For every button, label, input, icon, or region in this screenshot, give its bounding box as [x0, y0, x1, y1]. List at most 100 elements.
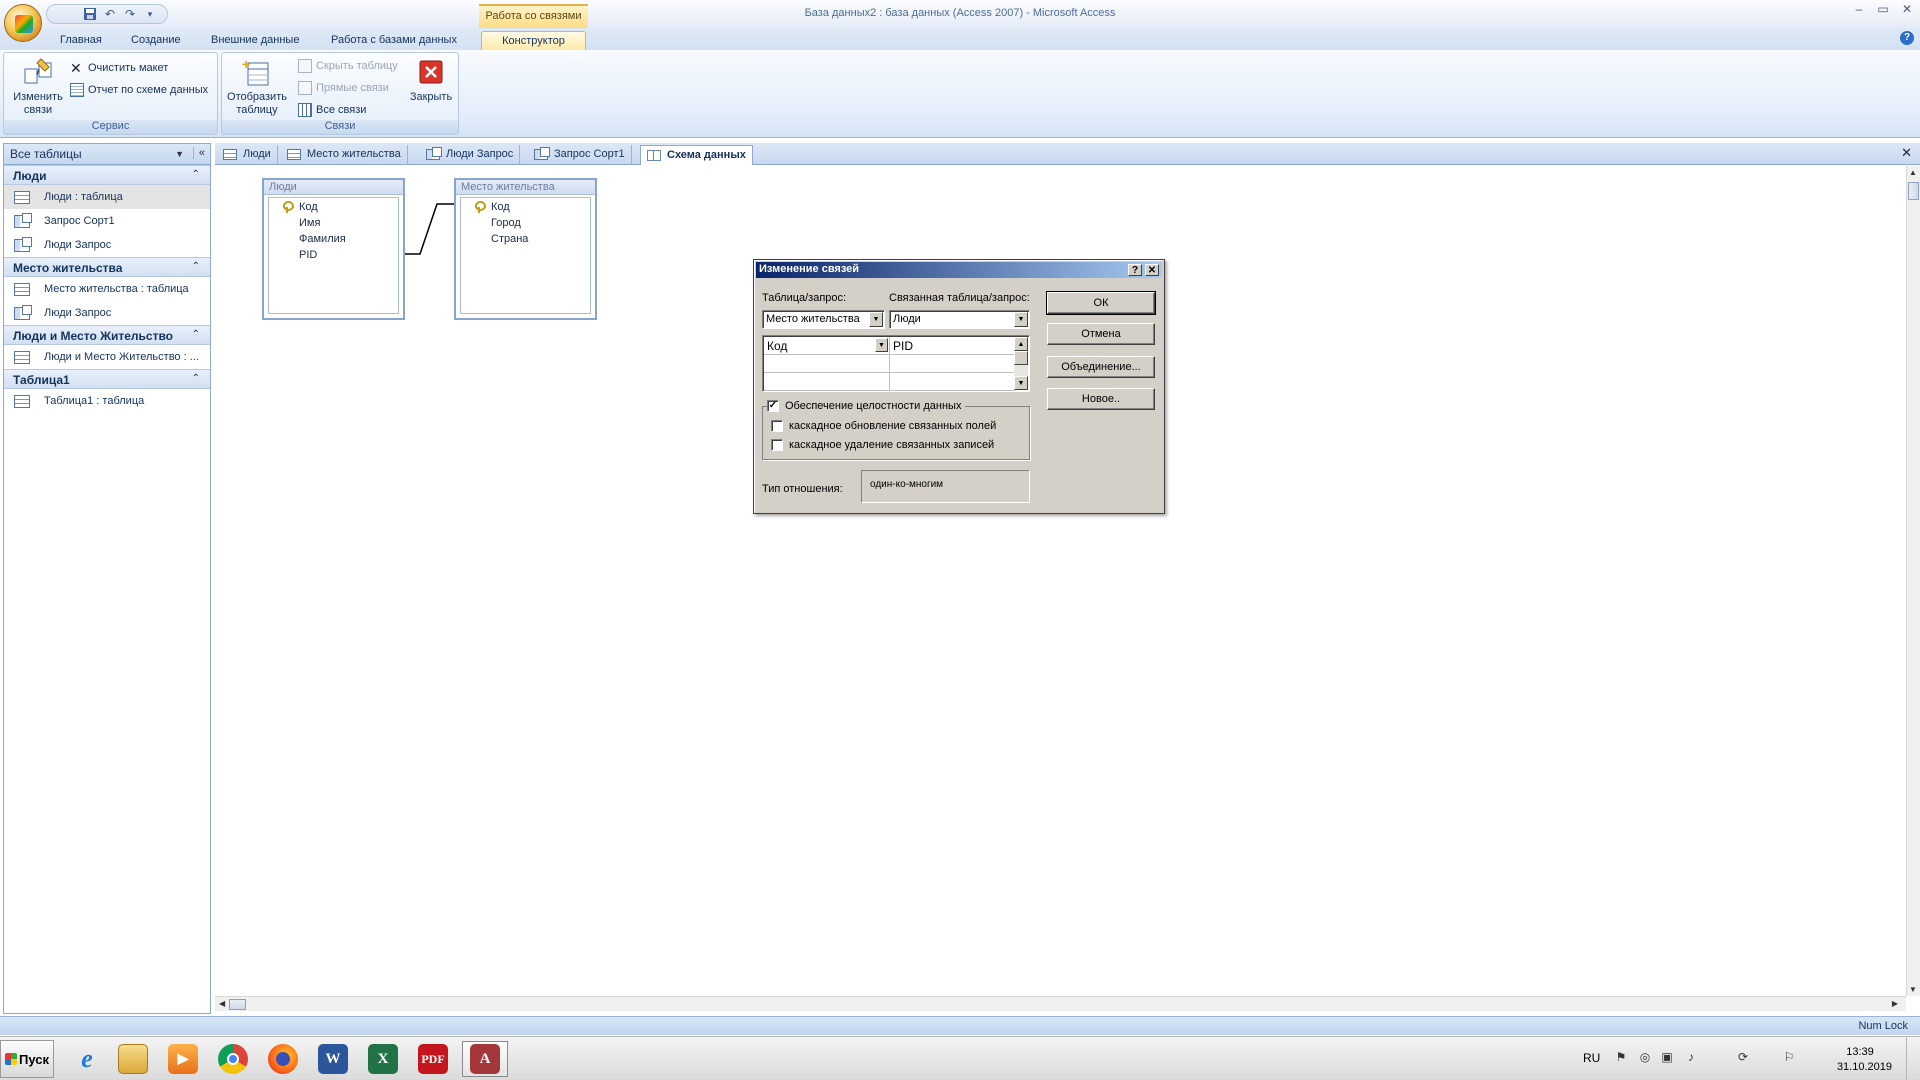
- horizontal-scrollbar[interactable]: ◀ ▶: [215, 996, 1906, 1011]
- action-center-icon[interactable]: ⚐: [1782, 1050, 1796, 1064]
- minimize-button[interactable]: –: [1850, 2, 1868, 16]
- chevron-up-icon[interactable]: ⌃: [192, 329, 200, 340]
- explorer-icon[interactable]: [110, 1041, 156, 1077]
- grid-cell-related-field[interactable]: PID: [890, 337, 1015, 355]
- scroll-right-icon[interactable]: ▶: [1892, 999, 1898, 1008]
- start-button[interactable]: Пуск: [0, 1040, 54, 1078]
- nav-pane-header[interactable]: Все таблицы ▼ «: [4, 144, 210, 165]
- all-relationships-button[interactable]: Все связи: [298, 101, 366, 119]
- chevron-down-icon[interactable]: ▼: [875, 338, 888, 352]
- grid-scrollbar[interactable]: ▲ ▼: [1014, 337, 1028, 390]
- vertical-scrollbar[interactable]: ▲ ▼: [1906, 166, 1920, 996]
- nav-item[interactable]: Люди : таблица: [4, 185, 210, 209]
- tab-create[interactable]: Создание: [131, 31, 181, 50]
- doc-tab-relationships[interactable]: Схема данных: [640, 145, 753, 165]
- chrome-icon[interactable]: [210, 1041, 256, 1077]
- chevron-up-icon[interactable]: ⌃: [192, 169, 200, 180]
- cascade-delete-option[interactable]: каскадное удаление связанных записей: [771, 439, 994, 451]
- edit-relationships-button[interactable]: Изменить связи: [8, 57, 68, 117]
- doc-tab-sort-query[interactable]: Запрос Сорт1: [528, 145, 632, 165]
- tab-home[interactable]: Главная: [60, 31, 102, 50]
- hide-table-icon: [298, 59, 312, 73]
- all-relationships-icon: [298, 103, 312, 117]
- firefox-icon[interactable]: [260, 1041, 306, 1077]
- show-table-button[interactable]: + Отобразить таблицу: [226, 56, 288, 117]
- relationship-line[interactable]: [215, 166, 615, 366]
- tray-app-icon[interactable]: ◎: [1638, 1050, 1652, 1064]
- access-icon[interactable]: A: [462, 1041, 508, 1077]
- restore-button[interactable]: ▭: [1874, 2, 1892, 16]
- help-icon[interactable]: ?: [1900, 31, 1914, 45]
- doc-tab-residence[interactable]: Место жительства: [281, 145, 408, 165]
- nav-item[interactable]: Таблица1 : таблица: [4, 389, 210, 413]
- nav-group-header[interactable]: Таблица1 ⌃: [4, 369, 210, 389]
- word-icon[interactable]: W: [310, 1041, 356, 1077]
- enforce-integrity-checkbox[interactable]: ✓: [767, 400, 779, 412]
- tab-database-tools[interactable]: Работа с базами данных: [331, 31, 457, 50]
- update-icon[interactable]: ⟳: [1736, 1050, 1750, 1064]
- join-type-button[interactable]: Объединение...: [1047, 356, 1155, 378]
- scroll-up-icon[interactable]: ▲: [1014, 337, 1028, 351]
- ok-button[interactable]: ОК: [1046, 291, 1156, 315]
- enforce-integrity-option[interactable]: ✓ Обеспечение целостности данных: [767, 400, 966, 412]
- doc-tab-people-query[interactable]: Люди Запрос: [420, 145, 521, 165]
- ie-icon[interactable]: e: [64, 1041, 110, 1077]
- relationship-report-button[interactable]: Отчет по схеме данных: [70, 81, 208, 99]
- close-window-button[interactable]: ✕: [1898, 2, 1916, 16]
- tab-design[interactable]: Конструктор: [481, 31, 586, 50]
- dialog-help-button[interactable]: ?: [1128, 264, 1142, 276]
- close-relationships-button[interactable]: Закрыть: [406, 57, 456, 104]
- nav-item[interactable]: Запрос Сорт1: [4, 209, 210, 233]
- show-desktop-button[interactable]: [1906, 1037, 1920, 1080]
- bluetooth-icon[interactable]: ▣: [1660, 1050, 1674, 1064]
- excel-icon[interactable]: X: [360, 1041, 406, 1077]
- scroll-thumb[interactable]: [229, 999, 246, 1010]
- create-new-button[interactable]: Новое..: [1047, 388, 1155, 410]
- clock[interactable]: 13:39 31.10.2019: [1828, 1045, 1892, 1075]
- cascade-update-checkbox[interactable]: [771, 420, 783, 432]
- nav-group-header[interactable]: Люди и Место Жительство ⌃: [4, 325, 210, 345]
- chevron-up-icon[interactable]: ⌃: [192, 261, 200, 272]
- grid-cell-related-field[interactable]: [890, 373, 1015, 391]
- ribbon-group-relationships: + Отобразить таблицу Скрыть таблицу Прям…: [221, 52, 459, 135]
- related-table-select[interactable]: Люди ▼: [889, 310, 1030, 329]
- chevron-down-icon[interactable]: ▼: [175, 149, 184, 159]
- scroll-down-icon[interactable]: ▼: [1909, 985, 1917, 994]
- scroll-left-icon[interactable]: ◀: [219, 999, 225, 1008]
- volume-icon[interactable]: ♪: [1684, 1050, 1698, 1064]
- clear-layout-button[interactable]: ✕ Очистить макет: [70, 59, 168, 77]
- grid-cell-related-field[interactable]: [890, 355, 1015, 373]
- doc-tab-people[interactable]: Люди: [217, 145, 278, 165]
- collapse-pane-icon[interactable]: «: [192, 147, 205, 159]
- cascade-update-option[interactable]: каскадное обновление связанных полей: [771, 420, 996, 432]
- grid-cell-primary-field[interactable]: [764, 373, 890, 391]
- scroll-thumb[interactable]: [1014, 351, 1028, 365]
- cascade-delete-checkbox[interactable]: [771, 439, 783, 451]
- network-icon[interactable]: ⚑: [1614, 1050, 1628, 1064]
- scroll-down-icon[interactable]: ▼: [1014, 376, 1028, 390]
- acrobat-icon[interactable]: PDF: [410, 1041, 456, 1077]
- scroll-thumb[interactable]: [1908, 182, 1919, 200]
- direct-relationships-button[interactable]: Прямые связи: [298, 79, 389, 97]
- cancel-button[interactable]: Отмена: [1047, 323, 1155, 345]
- hide-table-button[interactable]: Скрыть таблицу: [298, 57, 398, 75]
- close-document-icon[interactable]: ✕: [1901, 145, 1912, 161]
- chevron-up-icon[interactable]: ⌃: [192, 373, 200, 384]
- tab-external-data[interactable]: Внешние данные: [211, 31, 299, 50]
- nav-group-header[interactable]: Люди ⌃: [4, 165, 210, 185]
- chevron-down-icon[interactable]: ▼: [1014, 312, 1028, 327]
- media-player-icon[interactable]: ▶: [160, 1041, 206, 1077]
- dialog-close-button[interactable]: ✕: [1145, 264, 1159, 276]
- chevron-down-icon[interactable]: ▼: [869, 312, 883, 327]
- grid-cell-primary-field[interactable]: Код ▼: [764, 337, 890, 355]
- nav-item[interactable]: Место жительства : таблица: [4, 277, 210, 301]
- office-button[interactable]: [4, 4, 42, 42]
- nav-item[interactable]: Люди и Место Жительство : ...: [4, 345, 210, 369]
- language-indicator[interactable]: RU: [1583, 1051, 1600, 1065]
- scroll-up-icon[interactable]: ▲: [1909, 168, 1917, 177]
- nav-group-header[interactable]: Место жительства ⌃: [4, 257, 210, 277]
- nav-item[interactable]: Люди Запрос: [4, 301, 210, 325]
- grid-cell-primary-field[interactable]: [764, 355, 890, 373]
- table-query-select[interactable]: Место жительства ▼: [762, 310, 885, 329]
- nav-item[interactable]: Люди Запрос: [4, 233, 210, 257]
